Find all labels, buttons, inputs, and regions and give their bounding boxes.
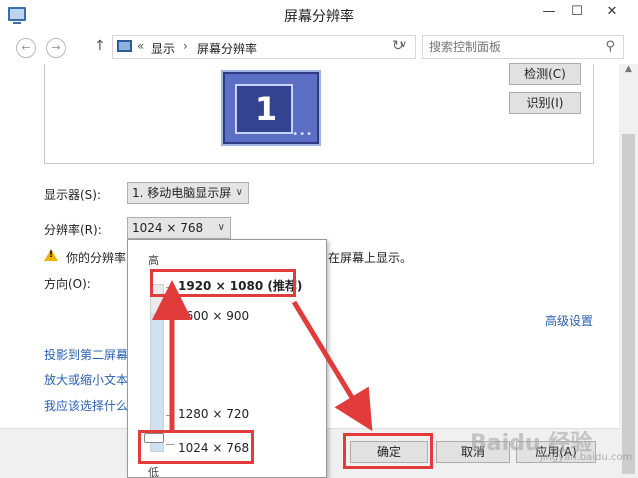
highlight-current [138, 430, 254, 464]
close-button[interactable]: ✕ [590, 0, 634, 26]
address-bar: ← → ↑ « 显示 › 屏幕分辨率 ∨ ↻ ⚲ [0, 30, 638, 64]
display-select[interactable]: 1. 移动电脑显示屏 ∨ [127, 182, 249, 204]
monitor-number: 1 [254, 90, 278, 128]
scroll-thumb[interactable] [622, 134, 635, 474]
orientation-label: 方向(O): [44, 277, 91, 291]
slider-tick [166, 415, 174, 416]
chevron-down-icon: ∨ [235, 187, 243, 198]
warning-text-start: 你的分辨率 [66, 251, 127, 265]
minimize-button[interactable]: — [534, 0, 564, 26]
forward-button[interactable]: → [46, 38, 66, 58]
breadcrumb-resolution[interactable]: 屏幕分辨率 [197, 40, 257, 57]
highlight-recommended [150, 269, 296, 297]
display-preview: 1 ••• 检测(C) 识别(I) [44, 63, 594, 164]
resolution-label: 分辨率(R): [44, 223, 102, 237]
monitor-icon[interactable]: 1 ••• [221, 70, 321, 146]
identify-button[interactable]: 识别(I) [509, 92, 581, 114]
monitor-screen: 1 [235, 84, 293, 134]
back-button[interactable]: ← [16, 38, 36, 58]
low-label: 低 [148, 466, 159, 478]
search-box[interactable]: ⚲ [422, 35, 624, 59]
display-select-value: 1. 移动电脑显示屏 [132, 186, 232, 200]
title-bar: 屏幕分辨率 — ☐ ✕ [0, 0, 638, 30]
resolution-select[interactable]: 1024 × 768 ∨ [127, 217, 231, 239]
highlight-ok-button [343, 433, 433, 469]
watermark-url: jingyan.baidu.com [540, 452, 633, 463]
breadcrumb[interactable]: « 显示 › 屏幕分辨率 ∨ [112, 35, 416, 59]
vertical-scrollbar[interactable]: ▲ [619, 64, 638, 478]
detect-button[interactable]: 检测(C) [509, 63, 581, 85]
resolution-select-value: 1024 × 768 [132, 221, 204, 235]
scroll-up-icon[interactable]: ▲ [619, 64, 638, 80]
resolution-option[interactable]: 1280 × 720 [178, 407, 249, 421]
breadcrumb-separator: › [183, 39, 188, 53]
search-icon[interactable]: ⚲ [605, 39, 615, 54]
search-input[interactable] [429, 39, 599, 55]
warning-text-end: 在屏幕上显示。 [328, 251, 413, 265]
up-button[interactable]: ↑ [94, 38, 106, 54]
display-label: 显示器(S): [44, 188, 102, 202]
resolution-option[interactable]: 1600 × 900 [178, 309, 249, 323]
project-link[interactable]: 投影到第二屏幕 [44, 346, 128, 363]
resolution-slider[interactable] [150, 284, 164, 452]
refresh-icon[interactable]: ↻ [392, 38, 404, 54]
chevron-down-icon: ∨ [217, 222, 225, 233]
monitor-dots: ••• [292, 129, 313, 140]
control-panel-icon [117, 40, 132, 52]
text-size-link[interactable]: 放大或缩小文本 [44, 371, 128, 388]
help-link[interactable]: 我应该选择什么 [44, 397, 128, 414]
high-label: 高 [148, 254, 159, 267]
maximize-button[interactable]: ☐ [562, 0, 592, 26]
breadcrumb-overflow[interactable]: « [137, 39, 144, 53]
warning-mark: ! [49, 250, 54, 260]
breadcrumb-display[interactable]: 显示 [151, 40, 175, 57]
advanced-settings-link[interactable]: 高级设置 [545, 312, 593, 329]
slider-tick [166, 317, 174, 318]
